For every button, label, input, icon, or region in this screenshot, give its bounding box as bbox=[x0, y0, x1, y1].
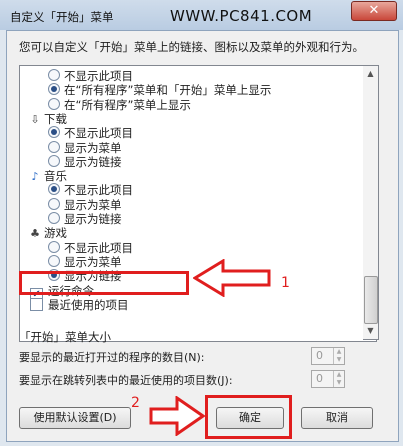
jumplist-spinner[interactable]: 0 ▲ ▼ bbox=[311, 370, 345, 388]
checkbox-option[interactable]: 最近使用的项目 bbox=[30, 297, 129, 312]
option-label: 音乐 bbox=[44, 169, 67, 184]
radio-button[interactable] bbox=[48, 69, 60, 81]
jumplist-value: 0 bbox=[316, 372, 323, 385]
scroll-down-icon[interactable]: ▼ bbox=[363, 323, 378, 339]
jumplist-label: 要显示在跳转列表中的最近使用的项目数(J): bbox=[19, 374, 233, 387]
scroll-up-icon[interactable]: ▲ bbox=[363, 66, 378, 82]
option-label: 在“所有程序”菜单和「开始」菜单上显示 bbox=[64, 83, 272, 98]
spin-up-icon[interactable]: ▲ bbox=[334, 371, 344, 379]
dialog-description: 您可以自定义「开始」菜单上的链接、图标以及菜单的外观和行为。 bbox=[19, 40, 364, 54]
start-menu-options-list[interactable]: 不显示此项目 在“所有程序”菜单和「开始」菜单上显示 在“所有程序”菜单上显示 ⇩ 下载… bbox=[19, 65, 377, 342]
radio-button[interactable] bbox=[48, 183, 60, 196]
ok-button[interactable]: 确定 bbox=[216, 407, 284, 429]
option-label: 显示为链接 bbox=[64, 154, 122, 169]
radio-option[interactable]: 不显示此项目 bbox=[48, 126, 133, 140]
radio-option[interactable]: 显示为菜单 bbox=[48, 140, 122, 155]
radio-button[interactable] bbox=[48, 83, 60, 96]
spin-up-icon[interactable]: ▲ bbox=[334, 348, 344, 356]
option-label: 显示为链接 bbox=[64, 212, 122, 226]
radio-button[interactable] bbox=[48, 154, 60, 167]
title-bar: 自定义「开始」菜单 WWW.PC841.COM ✕ bbox=[0, 0, 403, 30]
watermark-text: WWW.PC841.COM bbox=[170, 7, 313, 25]
radio-option[interactable]: 显示为链接 bbox=[48, 212, 122, 226]
option-label: 显示为菜单 bbox=[64, 140, 122, 155]
recent-programs-value: 0 bbox=[316, 349, 323, 362]
radio-button[interactable] bbox=[48, 254, 60, 267]
radio-option[interactable]: 不显示此项目 bbox=[48, 69, 133, 83]
recent-programs-label: 要显示的最近打开过的程序的数目(N): bbox=[19, 351, 205, 364]
music-note-icon: ♪ bbox=[31, 170, 39, 184]
option-label: 在“所有程序”菜单上显示 bbox=[64, 97, 191, 112]
dialog-body: 您可以自定义「开始」菜单上的链接、图标以及菜单的外观和行为。 不显示此项目 在“所… bbox=[6, 30, 399, 442]
option-label: 不显示此项目 bbox=[64, 69, 133, 83]
radio-option[interactable]: 在“所有程序”菜单上显示 bbox=[48, 97, 191, 112]
option-label: 显示为菜单 bbox=[64, 254, 122, 269]
option-label: 不显示此项目 bbox=[64, 126, 133, 141]
radio-button[interactable] bbox=[48, 212, 60, 224]
option-label: 下载 bbox=[44, 111, 67, 126]
checkbox[interactable] bbox=[30, 297, 43, 311]
close-button[interactable]: ✕ bbox=[351, 1, 397, 21]
radio-button[interactable] bbox=[48, 97, 60, 110]
use-defaults-button[interactable]: 使用默认设置(D) bbox=[19, 407, 131, 429]
cancel-button[interactable]: 取消 bbox=[301, 407, 373, 429]
radio-button[interactable] bbox=[48, 197, 60, 210]
annotation-arrow-icon bbox=[149, 396, 205, 436]
radio-option[interactable]: 不显示此项目 bbox=[48, 183, 133, 197]
option-label: 游戏 bbox=[44, 226, 67, 241]
list-scrollbar[interactable]: ▲ ▼ bbox=[363, 65, 379, 340]
radio-option[interactable]: 显示为菜单 bbox=[48, 197, 122, 212]
radio-option[interactable]: 在“所有程序”菜单和「开始」菜单上显示 bbox=[48, 83, 271, 97]
annotation-arrow-icon bbox=[193, 259, 273, 297]
size-group-label: 「开始」菜单大小 bbox=[19, 330, 111, 344]
option-label: 显示为菜单 bbox=[64, 197, 122, 212]
list-category: ♣ 游戏 bbox=[28, 226, 67, 240]
option-label: 最近使用的项目 bbox=[48, 297, 129, 312]
annotation-step-2: 2 bbox=[131, 395, 140, 411]
window-title: 自定义「开始」菜单 bbox=[10, 10, 114, 24]
recent-programs-spinner[interactable]: 0 ▲ ▼ bbox=[311, 347, 345, 365]
radio-button[interactable] bbox=[48, 140, 60, 153]
radio-option[interactable]: 显示为链接 bbox=[48, 154, 122, 169]
download-folder-icon: ⇩ bbox=[30, 112, 40, 126]
spin-down-icon[interactable]: ▼ bbox=[334, 356, 344, 364]
radio-option[interactable]: 显示为菜单 bbox=[48, 254, 122, 269]
games-icon: ♣ bbox=[30, 227, 40, 241]
scroll-thumb[interactable] bbox=[364, 276, 378, 324]
list-category: ⇩ 下载 bbox=[28, 112, 67, 126]
option-label: 不显示此项目 bbox=[64, 240, 133, 255]
radio-button[interactable] bbox=[48, 240, 60, 253]
radio-option[interactable]: 不显示此项目 bbox=[48, 240, 133, 255]
spin-down-icon[interactable]: ▼ bbox=[334, 379, 344, 387]
option-label: 不显示此项目 bbox=[64, 183, 133, 198]
radio-button[interactable] bbox=[48, 126, 60, 139]
highlight-box-run-command bbox=[19, 271, 189, 295]
annotation-step-1: 1 bbox=[281, 275, 290, 291]
list-category: ♪ 音乐 bbox=[28, 169, 67, 183]
